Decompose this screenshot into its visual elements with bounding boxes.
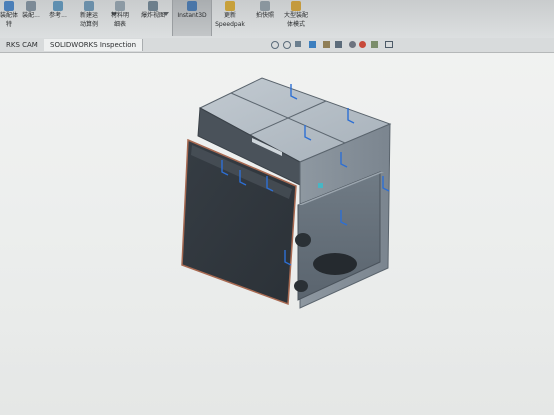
- hole-small[interactable]: [294, 280, 308, 292]
- solidworks-screen: 装配体 特 装配... 参考... 新建运 动算例 材料明 细表 爆炸视图 In…: [0, 0, 554, 415]
- hole-large[interactable]: [313, 253, 357, 275]
- cursor-marker: [318, 183, 323, 188]
- assembly-model[interactable]: [181, 77, 392, 309]
- graphics-area[interactable]: [0, 0, 554, 415]
- hole-small[interactable]: [295, 233, 311, 247]
